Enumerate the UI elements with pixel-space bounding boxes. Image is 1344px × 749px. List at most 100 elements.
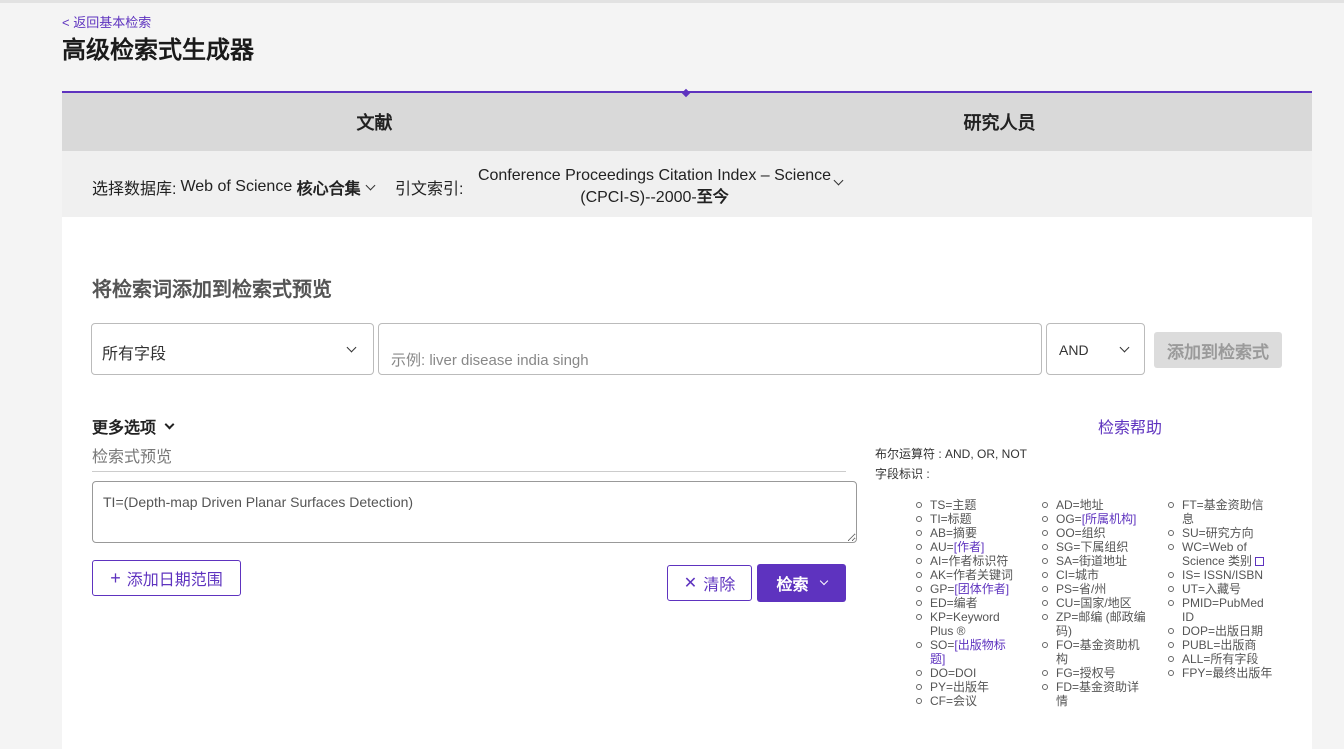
field-tag-item: UT=入藏号 [1168,582,1273,596]
field-select-value: 所有字段 [102,346,167,363]
field-tag-item: PS=省/州 [1042,582,1147,596]
database-select[interactable]: 选择数据库: Web of Science 核心合集 [92,175,376,199]
chevron-down-icon[interactable] [819,576,828,586]
field-tag-code: SO= [930,638,955,652]
field-tag-item: PMID=PubMed ID [1168,596,1273,624]
section-title: 将检索词添加到检索式预览 [92,279,332,301]
field-tag-text: PUBL=出版商 [1182,638,1257,652]
field-tag-item: DOP=出版日期 [1168,624,1273,638]
database-value-bold: 核心合集 [296,181,361,198]
chevron-down-icon [346,342,357,353]
field-tag-code: OG= [1056,512,1082,526]
field-tag-item[interactable]: GP=[团体作者] [916,582,1021,596]
field-tag-link[interactable]: [所属机构] [1082,512,1137,526]
field-tag-item: FPY=最终出版年 [1168,666,1273,680]
field-tag-item: SU=研究方向 [1168,526,1273,540]
field-tag-text: FT=基金资助信息 [1182,498,1264,526]
citation-index-line1: Conference Proceedings Citation Index – … [477,167,832,184]
field-tags-column-1: TS=主题 TI=标题 AB=摘要 AU=[作者] AI=作者标识符 AK=作者关键词 GP… [916,498,1021,708]
clear-label: 清除 [703,577,736,594]
database-label: 选择数据库: [92,181,177,198]
external-link-icon[interactable] [1255,557,1265,566]
boolean-operator-select[interactable]: AND [1046,323,1145,375]
field-tag-item: CU=国家/地区 [1042,596,1147,610]
add-to-query-button[interactable]: 添加到检索式 [1154,332,1282,368]
chevron-down-icon [164,419,175,429]
field-tag-item: ZP=邮编 (邮政编码) [1042,610,1147,638]
field-tag-item: DO=DOI [916,666,1021,680]
search-builder-card: 文献 研究人员 选择数据库: Web of Science 核心合集 引文索引:… [62,88,1312,749]
field-select[interactable]: 所有字段 [91,323,374,375]
field-tag-text: AK=作者关键词 [930,568,1014,582]
field-tags-column-2: AD=地址 OG=[所属机构] OO=组织 SG=下属组织 SA=街道地址 CI=城市 PS… [1042,498,1147,708]
field-tag-item: WC=Web of Science 类别 [1168,540,1273,568]
field-tag-item: ED=编者 [916,596,1021,610]
field-tag-text: AB=摘要 [930,526,978,540]
back-to-basic-search-link[interactable]: < 返回基本检索 [62,12,151,31]
field-tag-item: IS= ISSN/ISBN [1168,568,1273,582]
field-tag-text: CF=会议 [930,694,978,708]
more-options-label: 更多选项 [92,420,157,437]
divider [92,471,846,472]
field-tag-text: TI=标题 [930,512,972,526]
search-button[interactable]: 检索 [757,564,846,602]
field-tag-text: WC=Web of Science 类别 [1182,540,1253,568]
field-tag-item: PUBL=出版商 [1168,638,1273,652]
query-preview-label: 检索式预览 [92,449,173,466]
field-tag-text: FO=基金资助机构 [1056,638,1140,666]
field-tag-text: SA=街道地址 [1056,554,1128,568]
search-term-input[interactable] [378,323,1042,375]
citation-index-line2: (CPCI-S)--2000-至今 [472,187,837,209]
field-tag-text: CU=国家/地区 [1056,596,1132,610]
field-tag-item: CF=会议 [916,694,1021,708]
search-tabs: 文献 研究人员 [62,93,1312,151]
tab-documents[interactable]: 文献 [62,93,687,151]
field-tag-item: FT=基金资助信息 [1168,498,1273,526]
add-date-range-button[interactable]: + 添加日期范围 [92,560,241,596]
field-tags-column-3: FT=基金资助信息 SU=研究方向 WC=Web of Science 类别 IS= … [1168,498,1273,680]
database-value-prefix: Web of Science [180,178,293,195]
field-tag-text: OO=组织 [1056,526,1106,540]
field-tag-text: DO=DOI [930,666,977,680]
field-tag-item: KP=Keyword Plus ® [916,610,1021,638]
tab-researchers[interactable]: 研究人员 [687,93,1312,151]
field-tag-link[interactable]: [团体作者] [954,582,1009,596]
boolean-operators-info: 布尔运算符 : AND, OR, NOT [875,447,1028,461]
field-tag-item: AK=作者关键词 [916,568,1021,582]
field-tag-text: UT=入藏号 [1182,582,1242,596]
add-date-range-label: 添加日期范围 [126,572,223,589]
field-tag-item: FO=基金资助机构 [1042,638,1147,666]
clear-button[interactable]: ✕ 清除 [667,565,752,601]
field-tag-item[interactable]: SO=[出版物标题] [916,638,1021,666]
plus-icon: + [110,567,121,588]
field-tag-item: PY=出版年 [916,680,1021,694]
field-tag-item: SA=街道地址 [1042,554,1147,568]
field-tag-link[interactable]: [作者] [954,540,985,554]
field-tag-text: FD=基金资助详情 [1056,680,1140,708]
field-tag-item[interactable]: AU=[作者] [916,540,1021,554]
chevron-down-icon [1119,342,1130,353]
field-tag-code: AU= [930,540,954,554]
field-tag-text: AI=作者标识符 [930,554,1009,568]
more-options-toggle[interactable]: 更多选项 [92,414,175,438]
field-tag-item: CI=城市 [1042,568,1147,582]
search-help-link[interactable]: 检索帮助 [1098,414,1162,438]
field-tag-item: AB=摘要 [916,526,1021,540]
field-tag-text: PMID=PubMed ID [1182,596,1264,624]
field-tag-text: PS=省/州 [1056,582,1107,596]
top-shadow [0,0,1344,3]
field-tag-text: FG=授权号 [1056,666,1116,680]
field-tag-item: TS=主题 [916,498,1021,512]
citation-index-line2-b: 至今 [696,189,729,206]
field-tag-text: KP=Keyword Plus ® [930,610,1000,638]
chevron-down-icon [365,180,376,190]
citation-index-select[interactable]: Conference Proceedings Citation Index – … [472,165,837,209]
field-tags-label: 字段标识 : [875,467,930,481]
field-tag-text: TS=主题 [930,498,977,512]
query-preview-textarea[interactable]: TI=(Depth-map Driven Planar Surfaces Det… [92,481,857,543]
field-tag-item[interactable]: OG=[所属机构] [1042,512,1147,526]
field-tag-item: FD=基金资助详情 [1042,680,1147,708]
search-label: 检索 [776,577,809,594]
field-tag-item: FG=授权号 [1042,666,1147,680]
field-tag-text: ZP=邮编 (邮政编码) [1056,610,1146,638]
